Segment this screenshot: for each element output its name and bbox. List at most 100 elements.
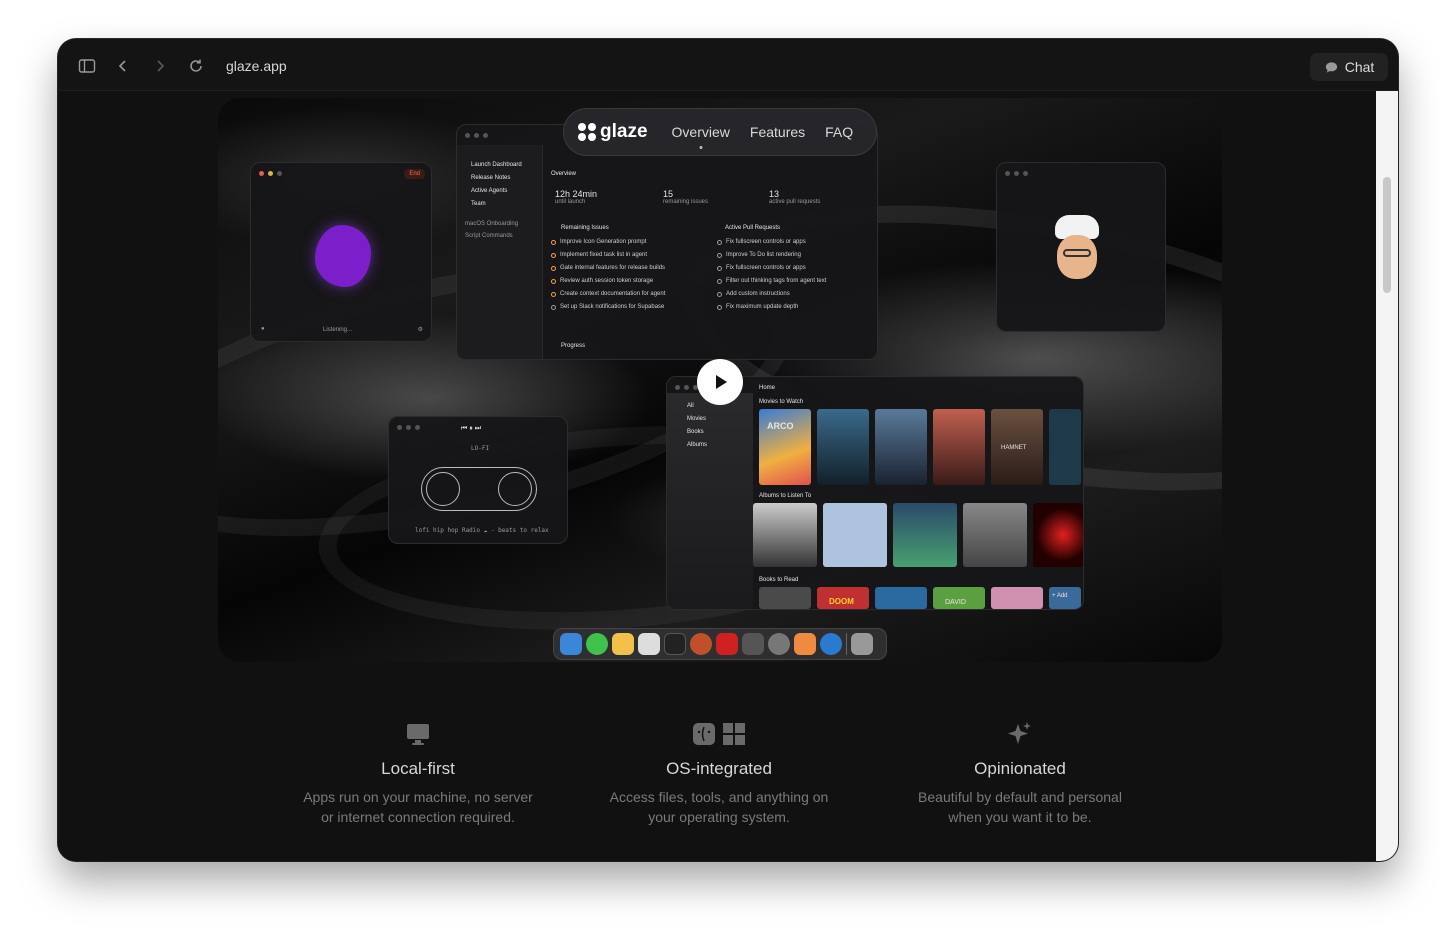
book-cover[interactable] bbox=[875, 587, 927, 609]
play-icon bbox=[716, 375, 727, 389]
cassette bbox=[421, 467, 537, 511]
sidebar-group[interactable]: Script Commands bbox=[465, 233, 513, 239]
pr-row[interactable]: Fix fullscreen controls or apps bbox=[717, 239, 806, 245]
music-player-window: ⏮ ⏸ ⏭ LO-FI lofi hip hop Radio ☁ - beats… bbox=[388, 416, 568, 544]
album-cover[interactable] bbox=[823, 503, 887, 567]
voice-status: Listening... bbox=[323, 327, 353, 333]
terminal-icon[interactable] bbox=[664, 633, 686, 655]
dashboard-window: Launch Dashboard Release Notes Active Ag… bbox=[456, 124, 878, 360]
sidebar-item[interactable]: Team bbox=[471, 201, 486, 207]
app-icon[interactable] bbox=[794, 633, 816, 655]
album-cover[interactable] bbox=[893, 503, 957, 567]
sidebar-item[interactable]: Release Notes bbox=[471, 175, 510, 181]
section-title: Albums to Listen To bbox=[759, 493, 812, 499]
app-icon[interactable] bbox=[690, 633, 712, 655]
media-filter-books[interactable]: Books bbox=[687, 429, 704, 435]
sidebar-group[interactable]: macOS Onboarding bbox=[465, 221, 518, 227]
issue-row[interactable]: Gate internal features for release build… bbox=[551, 265, 665, 271]
movie-poster[interactable] bbox=[875, 409, 927, 485]
chat-button-label: Chat bbox=[1344, 59, 1375, 75]
issue-row[interactable]: Set up Slack notifications for Supabase bbox=[551, 304, 664, 310]
browser-window: glaze.app Chat End Listening... ● ⚙ Laun… bbox=[58, 39, 1398, 861]
page-viewport: End Listening... ● ⚙ Launch Dashboard Re… bbox=[58, 91, 1376, 861]
album-cover[interactable] bbox=[753, 503, 817, 567]
settings-app-icon[interactable] bbox=[768, 633, 790, 655]
playback-controls[interactable]: ⏮ ⏸ ⏭ bbox=[461, 425, 481, 433]
pr-row[interactable]: Fix maximum update depth bbox=[717, 304, 798, 310]
end-call-button[interactable]: End bbox=[404, 169, 425, 179]
app-icon[interactable] bbox=[716, 633, 738, 655]
mic-icon[interactable]: ● bbox=[261, 326, 265, 332]
stat-label: remaining issues bbox=[663, 199, 709, 205]
glaze-logo[interactable]: glaze bbox=[578, 121, 648, 143]
feature-description: Apps run on your machine, no server or i… bbox=[303, 789, 533, 825]
sidebar-item[interactable]: Launch Dashboard bbox=[471, 162, 522, 168]
nav-features[interactable]: Features bbox=[750, 124, 805, 140]
sidebar-item[interactable]: Active Agents bbox=[471, 188, 507, 194]
forward-icon[interactable] bbox=[151, 57, 169, 75]
section-title: Books to Read bbox=[759, 577, 799, 583]
feature-local-first: Local-first Apps run on your machine, no… bbox=[268, 721, 568, 827]
add-book-button[interactable]: + Add bbox=[1049, 587, 1081, 609]
album-cover[interactable] bbox=[1033, 503, 1083, 567]
feature-title: Local-first bbox=[381, 759, 455, 778]
back-icon[interactable] bbox=[114, 57, 132, 75]
media-filter-albums[interactable]: Albums bbox=[687, 442, 707, 448]
book-cover[interactable]: DOOM bbox=[817, 587, 869, 609]
dashboard-sidebar: Launch Dashboard Release Notes Active Ag… bbox=[457, 145, 543, 359]
issue-row[interactable]: Implement fixed task list in agent bbox=[551, 252, 647, 258]
book-cover[interactable]: DAVID bbox=[933, 587, 985, 609]
media-filter-all[interactable]: All bbox=[687, 403, 694, 409]
nav-faq[interactable]: FAQ bbox=[825, 124, 853, 140]
scrollbar-thumb[interactable] bbox=[1383, 177, 1391, 293]
issue-row[interactable]: Improve Icon Generation prompt bbox=[551, 239, 646, 245]
book-cover[interactable] bbox=[759, 587, 811, 609]
movie-poster[interactable] bbox=[933, 409, 985, 485]
track-title: lofi hip hop Radio ☁ - beats to relax bbox=[415, 527, 549, 534]
book-cover[interactable] bbox=[991, 587, 1043, 609]
media-filter-movies[interactable]: Movies bbox=[687, 416, 706, 422]
reload-icon[interactable] bbox=[187, 57, 205, 75]
monitor-icon bbox=[405, 721, 431, 747]
movie-poster[interactable]: ARCO bbox=[759, 409, 811, 485]
feature-opinionated: Opinionated Beautiful by default and per… bbox=[870, 721, 1170, 827]
brand-name: glaze bbox=[600, 121, 648, 142]
pr-row[interactable]: Fix fullscreen controls or apps bbox=[717, 265, 806, 271]
media-sidebar: All Movies Books Albums bbox=[667, 393, 753, 609]
notes-icon[interactable] bbox=[612, 633, 634, 655]
trash-icon[interactable] bbox=[851, 633, 873, 655]
nav-overview[interactable]: Overview bbox=[672, 124, 730, 149]
overview-label: Overview bbox=[551, 171, 577, 177]
station-name: LO-FI bbox=[471, 445, 490, 452]
dock bbox=[553, 628, 887, 660]
movie-poster[interactable] bbox=[1049, 409, 1081, 485]
pr-row[interactable]: Filter out thinking tags from agent text bbox=[717, 278, 826, 284]
sidebar-toggle-icon[interactable] bbox=[78, 57, 96, 75]
pr-row[interactable]: Add custom instructions bbox=[717, 291, 790, 297]
launchpad-icon[interactable] bbox=[742, 633, 764, 655]
stat-value: 12h 24min bbox=[555, 189, 598, 199]
album-cover[interactable] bbox=[963, 503, 1027, 567]
issues-title: Remaining Issues bbox=[561, 225, 609, 231]
voice-agent-window: End Listening... ● ⚙ bbox=[250, 162, 432, 342]
address-bar[interactable]: glaze.app bbox=[226, 58, 287, 74]
voice-orb bbox=[315, 225, 371, 287]
movie-poster[interactable]: HAMNET bbox=[991, 409, 1043, 485]
calendar-icon[interactable] bbox=[638, 633, 660, 655]
glaze-logo-icon bbox=[578, 123, 596, 141]
play-video-button[interactable] bbox=[697, 359, 743, 405]
movie-poster[interactable] bbox=[817, 409, 869, 485]
messages-icon[interactable] bbox=[586, 633, 608, 655]
issue-row[interactable]: Review auth session token storage bbox=[551, 278, 653, 284]
pr-row[interactable]: Improve To Do list rendering bbox=[717, 252, 801, 258]
finder-icon[interactable] bbox=[560, 633, 582, 655]
feature-description: Beautiful by default and personal when y… bbox=[918, 789, 1122, 825]
safari-icon[interactable] bbox=[820, 633, 842, 655]
prs-title: Active Pull Requests bbox=[725, 225, 781, 231]
chat-button[interactable]: Chat bbox=[1310, 53, 1388, 81]
stat-value: 15 bbox=[663, 189, 674, 199]
page-scrollbar[interactable] bbox=[1376, 91, 1398, 861]
issue-row[interactable]: Create context documentation for agent bbox=[551, 291, 665, 297]
settings-icon[interactable]: ⚙ bbox=[418, 326, 423, 333]
dashboard-main: Overview 12h 24min until launch 15 remai… bbox=[545, 165, 877, 359]
